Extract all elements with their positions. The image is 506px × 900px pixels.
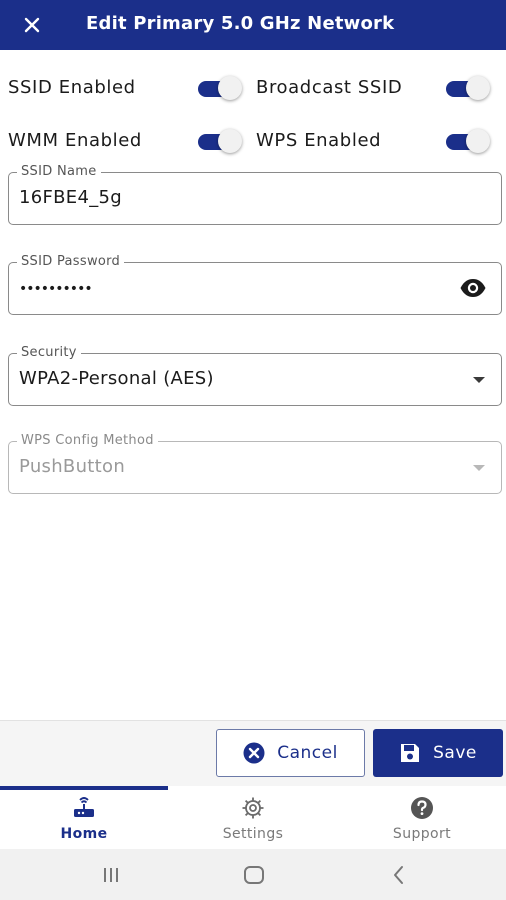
save-icon [401, 744, 420, 762]
close-button[interactable] [0, 0, 64, 50]
ssid-name-field[interactable]: SSID Name 16FBE4_5g [8, 164, 502, 225]
bottom-nav: Home Settings Support [0, 786, 506, 849]
recent-apps-icon[interactable] [98, 862, 124, 888]
save-label: Save [433, 743, 477, 763]
chevron-down-icon [473, 377, 485, 383]
nav-label-home: Home [60, 826, 108, 842]
security-value: WPA2-Personal (AES) [19, 368, 214, 389]
broadcast-ssid-label: Broadcast SSID [256, 77, 403, 98]
save-button[interactable]: Save [373, 729, 503, 777]
eye-icon[interactable] [459, 277, 487, 299]
chevron-down-icon [473, 465, 485, 471]
cancel-circle-icon [243, 742, 265, 764]
ssid-enabled-label: SSID Enabled [8, 77, 136, 98]
home-icon[interactable] [241, 862, 267, 888]
wps-config-method-value: PushButton [19, 456, 126, 477]
security-select[interactable]: Security WPA2-Personal (AES) [8, 345, 502, 406]
broadcast-ssid-switch[interactable] [444, 75, 492, 101]
back-icon[interactable] [386, 862, 412, 888]
action-bar: Cancel Save [0, 720, 506, 786]
nav-item-home[interactable]: Home [0, 794, 168, 846]
ssid-password-label: SSID Password [17, 254, 125, 269]
wmm-enabled-label: WMM Enabled [8, 130, 142, 151]
ssid-enabled-switch[interactable] [196, 75, 244, 101]
nav-label-settings: Settings [222, 826, 284, 842]
ssid-name-value: 16FBE4_5g [19, 187, 123, 208]
cancel-button[interactable]: Cancel [216, 729, 365, 777]
toggle-row-1: SSID Enabled Broadcast SSID [0, 68, 506, 108]
cancel-label: Cancel [277, 743, 338, 763]
wps-config-method-label: WPS Config Method [17, 433, 158, 448]
ssid-password-value: •••••••••• [19, 281, 93, 297]
app-header: Edit Primary 5.0 GHz Network [0, 0, 506, 50]
security-label: Security [17, 345, 81, 360]
nav-active-indicator [0, 786, 168, 790]
help-icon [411, 797, 433, 819]
gear-icon [242, 797, 264, 819]
wps-enabled-label: WPS Enabled [256, 130, 382, 151]
close-icon [24, 17, 40, 33]
ssid-name-label: SSID Name [17, 164, 101, 179]
nav-label-support: Support [392, 826, 452, 842]
wps-config-method-select: WPS Config Method PushButton [8, 433, 502, 494]
wps-enabled-switch[interactable] [444, 128, 492, 154]
toggle-row-2: WMM Enabled WPS Enabled [0, 121, 506, 161]
wmm-enabled-switch[interactable] [196, 128, 244, 154]
router-icon [74, 797, 94, 817]
nav-item-settings[interactable]: Settings [169, 794, 337, 846]
page-title: Edit Primary 5.0 GHz Network [86, 12, 395, 34]
nav-item-support[interactable]: Support [338, 794, 506, 846]
ssid-password-field[interactable]: SSID Password •••••••••• [8, 254, 502, 315]
system-nav-bar [0, 849, 506, 900]
